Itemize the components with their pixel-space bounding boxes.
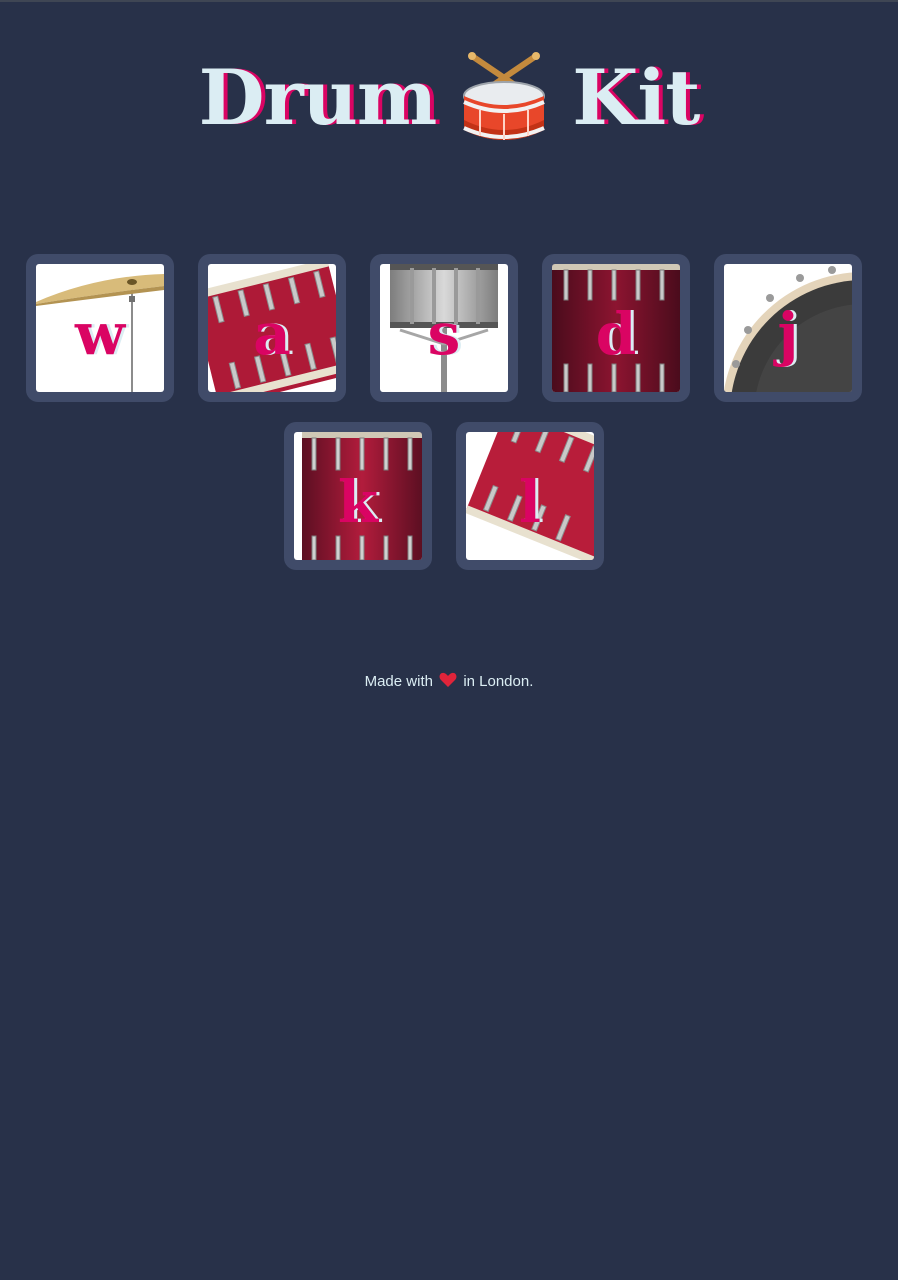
pad-face: s: [380, 264, 508, 392]
drum-pad-d[interactable]: d: [542, 254, 690, 402]
pad-face: l: [466, 432, 594, 560]
pad-face: k: [294, 432, 422, 560]
page-title: Drum Kit: [0, 48, 898, 148]
drum-pad-w[interactable]: w: [26, 254, 174, 402]
footer-text-before: Made with: [364, 673, 433, 690]
key-letter: a: [253, 300, 291, 368]
footer-text-after: in London.: [463, 673, 534, 690]
key-letter: l: [518, 468, 542, 536]
key-letter: k: [337, 468, 379, 536]
key-letter: j: [777, 300, 799, 368]
key-letter: w: [75, 300, 125, 368]
drum-pad-k[interactable]: k: [284, 422, 432, 570]
pad-face: a: [208, 264, 336, 392]
drum-pad-l[interactable]: l: [456, 422, 604, 570]
pad-face: d: [552, 264, 680, 392]
top-border: [0, 0, 898, 2]
pad-face: j: [724, 264, 852, 392]
heart-icon: [439, 672, 457, 687]
drum-pad-a[interactable]: a: [198, 254, 346, 402]
drum-pad-j[interactable]: j: [714, 254, 862, 402]
pad-face: w: [36, 264, 164, 392]
drum-pad-s[interactable]: s: [370, 254, 518, 402]
key-letter: s: [427, 300, 461, 368]
footer: Made with in London.: [0, 672, 898, 690]
title-word-kit: Kit: [572, 53, 700, 142]
title-word-drum: Drum: [198, 53, 438, 142]
key-letter: d: [595, 300, 637, 368]
drum-icon: [463, 52, 546, 140]
